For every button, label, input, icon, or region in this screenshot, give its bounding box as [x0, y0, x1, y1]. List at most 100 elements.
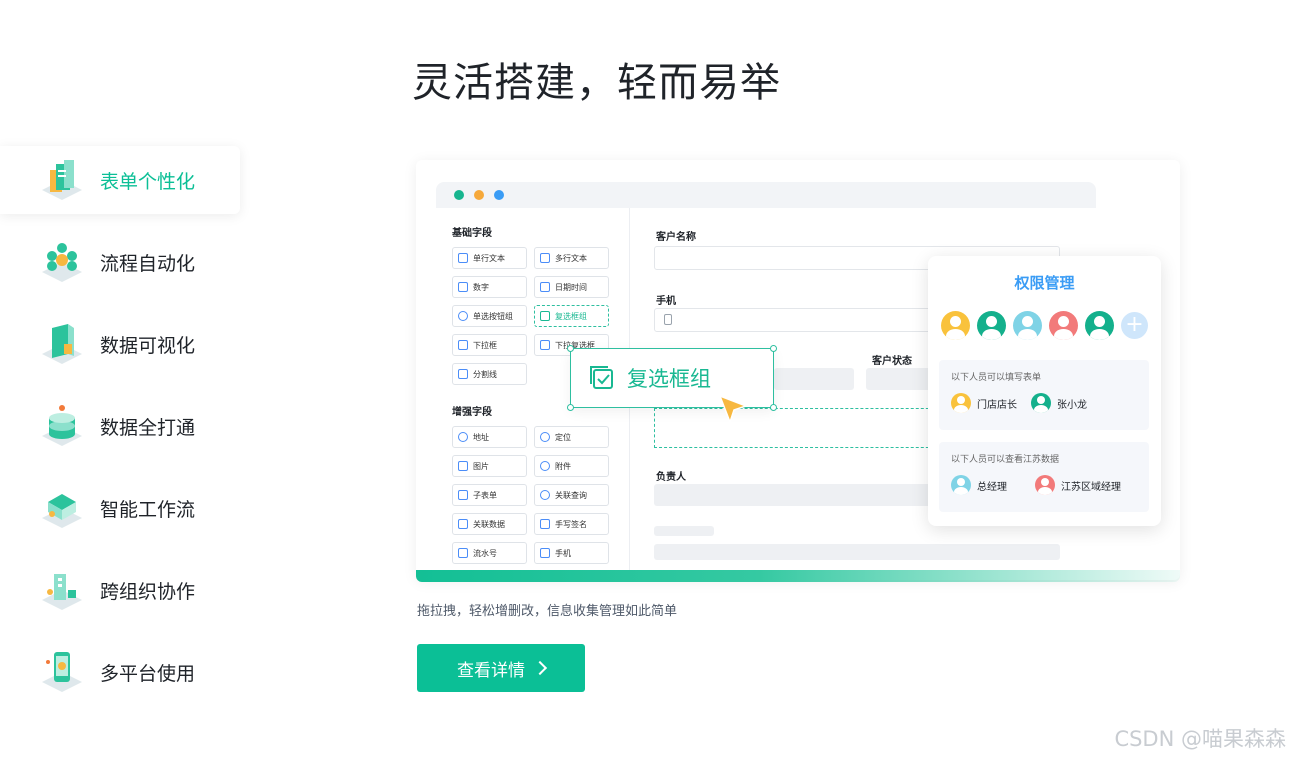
- label-owner: 负责人: [656, 472, 686, 483]
- avatar: [1031, 393, 1051, 413]
- calendar-icon: [540, 282, 550, 292]
- feature-caption: 拖拉拽，轻松增删改，信息收集管理如此简单: [417, 604, 678, 619]
- nav-item-multi-platform[interactable]: 多平台使用: [0, 638, 240, 706]
- nav-item-collaboration[interactable]: 跨组织协作: [0, 556, 240, 624]
- view-group-title: 以下人员可以查看江苏数据: [951, 455, 1060, 465]
- drop-zone[interactable]: [654, 408, 954, 448]
- number-field-icon: [458, 282, 468, 292]
- nav-label-smart-workflow: 智能工作流: [100, 498, 196, 521]
- location-pin-icon: [458, 432, 468, 442]
- chip-label: 复选框组: [627, 367, 711, 391]
- field-datetime[interactable]: 日期时间: [534, 276, 609, 298]
- label-customer-status: 客户状态: [872, 356, 912, 367]
- nav-label-form: 表单个性化: [100, 170, 196, 193]
- phone-icon: [664, 314, 672, 325]
- person-item[interactable]: 总经理: [951, 475, 1007, 495]
- avatar: [951, 475, 971, 495]
- nav-item-data-connect[interactable]: 数据全打通: [0, 392, 240, 460]
- field-image[interactable]: 图片: [452, 455, 527, 477]
- field-serial-number[interactable]: 流水号: [452, 542, 527, 564]
- table-icon: [458, 490, 468, 500]
- automation-icon: [42, 494, 82, 528]
- avatar[interactable]: [1085, 311, 1114, 340]
- link-search-icon: [540, 490, 550, 500]
- avatar[interactable]: [941, 311, 970, 340]
- field-radio-group[interactable]: 单选按钮组: [452, 305, 527, 327]
- feature-nav: 表单个性化 流程自动化 数据可视化 数据全打通 智能工作流 跨组织协作 多平台使…: [0, 146, 240, 720]
- database-icon: [42, 405, 82, 446]
- avatar[interactable]: [977, 311, 1006, 340]
- field-dropdown[interactable]: 下拉框: [452, 334, 527, 356]
- window-titlebar: [436, 182, 1096, 208]
- field-attachment[interactable]: 附件: [534, 455, 609, 477]
- person-item[interactable]: 门店店长: [951, 393, 1017, 413]
- window-dot-icon: [494, 190, 504, 200]
- resize-handle[interactable]: [567, 345, 574, 352]
- field-multi-text[interactable]: 多行文本: [534, 247, 609, 269]
- avatar: [951, 393, 971, 413]
- field-number[interactable]: 数字: [452, 276, 527, 298]
- form-icon: [42, 160, 82, 200]
- add-member-icon[interactable]: +: [1121, 312, 1148, 339]
- text-field-icon: [458, 253, 468, 263]
- placeholder-field: [654, 544, 1060, 560]
- serial-icon: [458, 548, 468, 558]
- nav-item-visualization[interactable]: 数据可视化: [0, 310, 240, 378]
- field-related-data[interactable]: 关联数据: [452, 513, 527, 535]
- view-details-button[interactable]: 查看详情: [417, 644, 585, 692]
- field-divider[interactable]: 分割线: [452, 363, 527, 385]
- avatar[interactable]: [1013, 311, 1042, 340]
- list-icon: [540, 340, 550, 350]
- field-phone[interactable]: 手机: [534, 542, 609, 564]
- person-item[interactable]: 江苏区域经理: [1035, 475, 1121, 495]
- nav-label-collaboration: 跨组织协作: [100, 580, 196, 603]
- nav-item-workflow[interactable]: 流程自动化: [0, 228, 240, 296]
- nav-label-workflow: 流程自动化: [100, 252, 196, 275]
- resize-handle[interactable]: [770, 404, 777, 411]
- fill-permission-group: 以下人员可以填写表单 门店店长 张小龙: [939, 360, 1149, 430]
- field-signature[interactable]: 手写签名: [534, 513, 609, 535]
- resize-handle[interactable]: [770, 345, 777, 352]
- image-icon: [458, 461, 468, 471]
- window-dot-icon: [454, 190, 464, 200]
- collaboration-icon: [42, 574, 82, 610]
- divider-icon: [458, 369, 468, 379]
- field-locate[interactable]: 定位: [534, 426, 609, 448]
- checkbox-icon: [540, 311, 550, 321]
- field-checkbox-group[interactable]: 复选框组: [534, 305, 609, 327]
- view-permission-group: 以下人员可以查看江苏数据 总经理 江苏区域经理: [939, 442, 1149, 512]
- field-single-text[interactable]: 单行文本: [452, 247, 527, 269]
- field-address[interactable]: 地址: [452, 426, 527, 448]
- person-item[interactable]: 张小龙: [1031, 393, 1087, 413]
- nav-label-data-connect: 数据全打通: [100, 416, 196, 439]
- placeholder-line: [654, 526, 714, 536]
- phone-icon: [540, 548, 550, 558]
- accent-bar: [416, 570, 1180, 582]
- chart-icon: [42, 324, 82, 364]
- field-subform[interactable]: 子表单: [452, 484, 527, 506]
- label-customer-name: 客户名称: [656, 232, 696, 243]
- upload-cloud-icon: [540, 461, 550, 471]
- nav-item-smart-workflow[interactable]: 智能工作流: [0, 474, 240, 542]
- resize-handle[interactable]: [567, 404, 574, 411]
- label-phone: 手机: [656, 296, 676, 307]
- dropdown-icon: [458, 340, 468, 350]
- permission-panel: 权限管理 + 以下人员可以填写表单 门店店长 张小龙 以下人员可以查看江苏数据 …: [928, 256, 1161, 526]
- permission-title: 权限管理: [1014, 274, 1075, 292]
- workflow-icon: [42, 243, 82, 282]
- chevron-right-icon: [532, 660, 548, 676]
- nav-label-visualization: 数据可视化: [100, 334, 196, 357]
- nav-item-form[interactable]: 表单个性化: [0, 146, 240, 214]
- field-related-query[interactable]: 关联查询: [534, 484, 609, 506]
- pen-icon: [540, 519, 550, 529]
- page-title: 灵活搭建，轻而易举: [412, 60, 781, 106]
- fill-group-title: 以下人员可以填写表单: [951, 373, 1042, 383]
- status-field-a[interactable]: [774, 368, 854, 390]
- link-icon: [458, 519, 468, 529]
- crosshair-icon: [540, 432, 550, 442]
- avatar[interactable]: [1049, 311, 1078, 340]
- nav-label-multi-platform: 多平台使用: [100, 662, 196, 685]
- view-details-label: 查看详情: [457, 660, 525, 681]
- owner-input[interactable]: [654, 484, 954, 506]
- window-dot-icon: [474, 190, 484, 200]
